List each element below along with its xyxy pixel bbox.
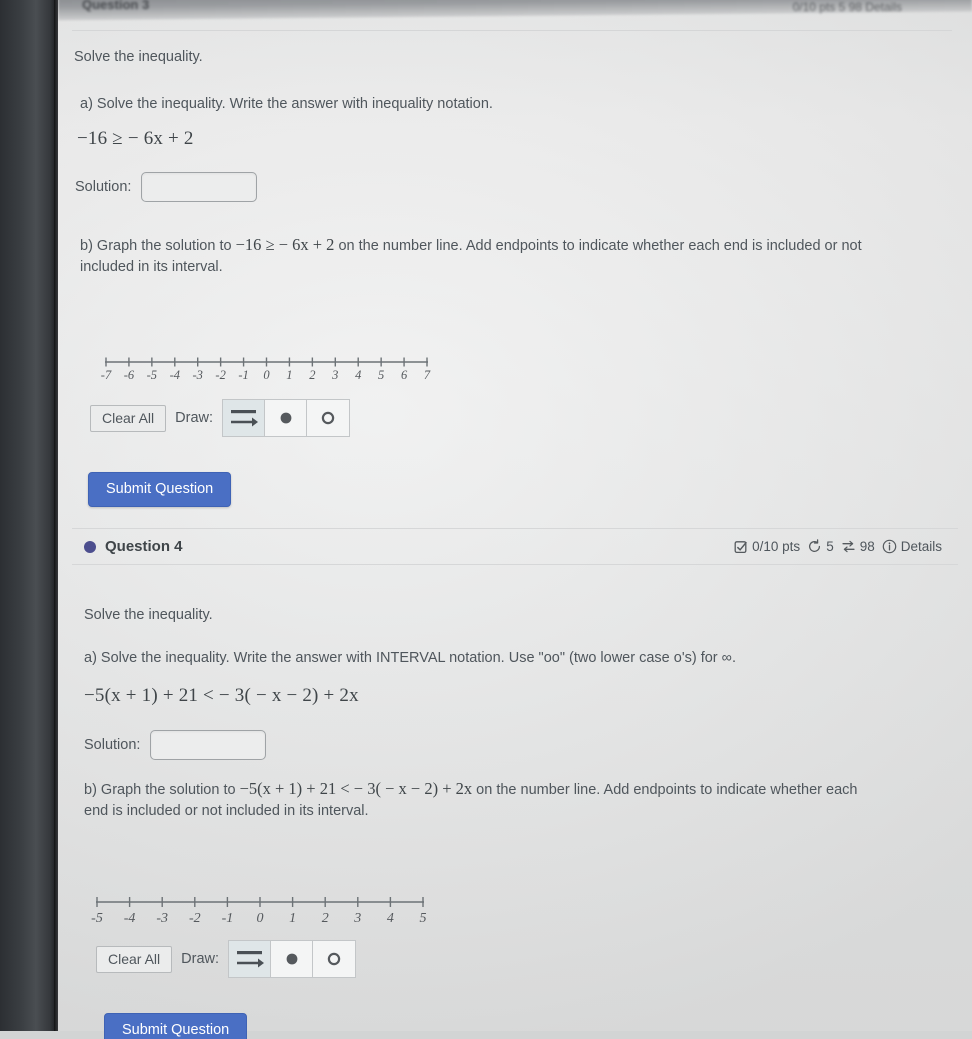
- question4-solution-label: Solution:: [84, 737, 141, 753]
- closed-circle-icon: [277, 409, 295, 427]
- assignment-page: Question 3 0/10 pts 5 98 Details Solve t…: [58, 0, 972, 1039]
- question4-title: Question 4: [105, 538, 183, 555]
- svg-text:-4: -4: [170, 368, 180, 382]
- details-badge[interactable]: Details: [882, 539, 942, 554]
- question3-solution-label: Solution:: [75, 179, 132, 195]
- points-badge: 0/10 pts: [734, 539, 800, 554]
- question3-submit-button[interactable]: Submit Question: [88, 472, 232, 507]
- ray-icon: [229, 406, 259, 430]
- part-b-prefix: b) Graph the solution to: [84, 782, 236, 798]
- question4-draw-label: Draw:: [181, 951, 220, 967]
- question3-draw-label: Draw:: [175, 410, 214, 426]
- question3-part-b-text: b) Graph the solution to −16 ≥ − 6x + 2 …: [80, 234, 870, 277]
- svg-text:6: 6: [401, 368, 408, 382]
- question4-part-b-text: b) Graph the solution to −5(x + 1) + 21 …: [84, 778, 874, 821]
- question4-header: Question 4 0/10 pts 5 98 Details: [58, 528, 972, 565]
- cut-off-question-label: Question 3: [82, 0, 150, 12]
- points-value: 0/10 pts: [752, 539, 801, 554]
- views-value: 98: [859, 539, 875, 554]
- open-dot-tool-button[interactable]: [307, 400, 350, 436]
- question3-prompt: Solve the inequality.: [74, 49, 203, 65]
- svg-text:-4: -4: [124, 911, 136, 926]
- open-circle-icon: [325, 950, 343, 968]
- question4-clear-all-button[interactable]: Clear All: [96, 945, 173, 973]
- header-divider: [72, 30, 952, 31]
- question4-part-a-expression: −5(x + 1) + 21 < − 3( − x − 2) + 2x: [84, 685, 359, 707]
- question3-part-a-label: a) Solve the inequality. Write the answe…: [80, 96, 493, 112]
- svg-text:-1: -1: [222, 911, 234, 926]
- svg-text:2: 2: [309, 368, 315, 382]
- screen-bezel-left: [0, 0, 58, 1031]
- attempts-badge: 5: [807, 539, 834, 554]
- info-circle-icon: [882, 539, 897, 554]
- svg-text:-7: -7: [101, 368, 112, 382]
- question4-tool-group: [228, 940, 357, 978]
- svg-text:7: 7: [424, 368, 431, 382]
- part-b-prefix: b) Graph the solution to: [80, 238, 232, 254]
- svg-text:4: 4: [387, 911, 394, 926]
- question4-solution-row: Solution:: [84, 730, 267, 760]
- cut-off-question-meta: 0/10 pts 5 98 Details: [792, 0, 902, 14]
- open-dot-tool-button[interactable]: [313, 941, 356, 977]
- ray-icon: [235, 947, 265, 971]
- svg-text:-6: -6: [124, 368, 135, 382]
- question4-header-bar: Question 4 0/10 pts 5 98 Details: [58, 529, 972, 564]
- attempts-value: 5: [826, 539, 834, 554]
- closed-circle-icon: [283, 950, 301, 968]
- closed-dot-tool-button[interactable]: [271, 941, 314, 977]
- question3-part-b-expression: −16 ≥ − 6x + 2: [235, 235, 335, 254]
- svg-text:1: 1: [286, 368, 292, 382]
- question4-part-b-expression: −5(x + 1) + 21 < − 3( − x − 2) + 2x: [239, 779, 473, 798]
- question3-number-line[interactable]: -7 -6 -5 -4 -3 -2 -1 0 1 2 3 4 5 6 7: [78, 348, 438, 388]
- svg-text:-5: -5: [147, 368, 157, 382]
- svg-text:3: 3: [331, 368, 338, 382]
- question4-solution-input[interactable]: [150, 730, 267, 760]
- details-label: Details: [900, 539, 942, 554]
- question4-part-a-label: a) Solve the inequality. Write the answe…: [84, 650, 737, 666]
- ray-tool-button[interactable]: [223, 400, 266, 436]
- question4-number-line[interactable]: -5 -4 -3 -2 -1 0 1 2 3 4 5: [86, 888, 456, 930]
- question4-submit-button[interactable]: Submit Question: [104, 1013, 248, 1039]
- svg-text:5: 5: [420, 911, 427, 926]
- views-badge: 98: [841, 539, 875, 554]
- question3-tool-group: [222, 399, 351, 437]
- question4-prompt: Solve the inequality.: [84, 607, 213, 623]
- number-line-svg[interactable]: -5 -4 -3 -2 -1 0 1 2 3 4 5: [86, 888, 456, 930]
- cut-off-question-header: Question 3 0/10 pts 5 98 Details: [58, 0, 972, 22]
- svg-text:-2: -2: [215, 368, 225, 382]
- question3-draw-toolbar: Clear All Draw:: [90, 399, 351, 437]
- retry-arrow-icon: [807, 539, 822, 554]
- svg-text:4: 4: [355, 368, 361, 382]
- svg-text:0: 0: [263, 368, 270, 382]
- question3-solution-input[interactable]: [141, 172, 258, 202]
- question4-draw-toolbar: Clear All Draw:: [96, 940, 357, 978]
- question3-submit-wrap: Submit Question: [88, 472, 232, 507]
- svg-text:3: 3: [353, 911, 361, 926]
- question-status-dot: [84, 540, 96, 553]
- svg-text:5: 5: [378, 368, 384, 382]
- svg-text:-1: -1: [238, 368, 248, 382]
- closed-dot-tool-button[interactable]: [265, 400, 308, 436]
- question4-header-left: Question 4: [84, 538, 183, 555]
- svg-text:-2: -2: [189, 911, 201, 926]
- expr-text: −16 ≥ − 6x + 2: [77, 128, 194, 149]
- svg-text:2: 2: [322, 911, 329, 926]
- question3-solution-row: Solution:: [75, 172, 258, 202]
- number-line-svg[interactable]: -7 -6 -5 -4 -3 -2 -1 0 1 2 3 4 5 6 7: [78, 348, 438, 388]
- svg-text:-5: -5: [91, 911, 103, 926]
- ray-tool-button[interactable]: [229, 941, 272, 977]
- question4-submit-wrap: Submit Question: [104, 1013, 248, 1039]
- open-circle-icon: [319, 409, 337, 427]
- expr-text: −5(x + 1) + 21 < − 3( − x − 2) + 2x: [84, 685, 359, 706]
- svg-text:-3: -3: [192, 368, 202, 382]
- svg-text:0: 0: [257, 911, 264, 926]
- svg-text:-3: -3: [156, 911, 168, 926]
- question3-part-a-expression: −16 ≥ − 6x + 2: [77, 128, 194, 150]
- question3-clear-all-button[interactable]: Clear All: [90, 404, 167, 432]
- checkbox-icon: [734, 540, 748, 554]
- question4-header-meta: 0/10 pts 5 98 Details: [734, 539, 942, 554]
- swap-arrows-icon: [841, 539, 856, 554]
- svg-text:1: 1: [289, 911, 296, 926]
- question4-header-bottom-rule: [72, 564, 958, 565]
